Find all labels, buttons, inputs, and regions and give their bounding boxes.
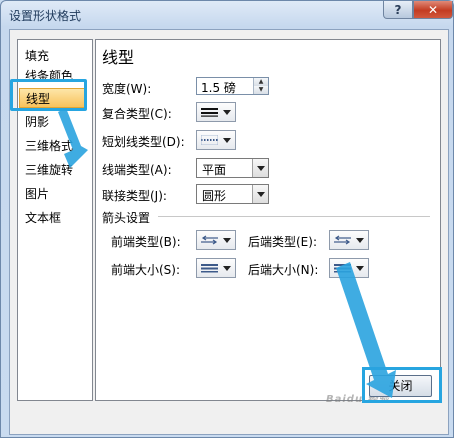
nav-item-3d-rotation[interactable]: 三维旋转 [25, 160, 87, 180]
nav-highlight-box [10, 79, 87, 111]
arrow-type-icon [201, 235, 218, 245]
cap-type-select[interactable]: 平面 [196, 158, 269, 178]
end-type-dropdown[interactable] [329, 230, 369, 250]
help-button[interactable]: ? [383, 1, 413, 19]
compound-type-label: 复合类型(C): [102, 107, 172, 121]
join-type-label: 联接类型(J): [102, 189, 167, 203]
cap-type-value: 平面 [202, 163, 227, 177]
chevron-down-icon [356, 266, 364, 271]
dash-line-icon [201, 135, 218, 145]
dash-type-label: 短划线类型(D): [102, 135, 185, 149]
begin-type-dropdown[interactable] [196, 230, 236, 250]
settings-panel: 线型 宽度(W): 1.5 磅 ▲ ▼ 复合类型(C): 短划线类型(D): 线… [95, 39, 441, 401]
chevron-down-icon[interactable] [252, 185, 268, 203]
nav-item-text-box[interactable]: 文本框 [25, 208, 87, 228]
arrow-size-icon [334, 264, 351, 273]
arrow-size-icon [201, 264, 218, 273]
width-value: 1.5 磅 [201, 81, 236, 95]
compound-type-dropdown[interactable] [196, 102, 236, 122]
arrow-type-icon [334, 235, 351, 245]
end-size-label: 后端大小(N): [248, 263, 319, 277]
close-highlight-box [362, 367, 442, 403]
begin-size-label: 前端大小(S): [111, 263, 181, 277]
chevron-down-icon [223, 238, 231, 243]
spin-down-icon[interactable]: ▼ [253, 86, 268, 94]
width-label: 宽度(W): [102, 82, 152, 96]
join-type-select[interactable]: 圆形 [196, 184, 269, 204]
nav-item-fill[interactable]: 填充 [25, 46, 87, 66]
chevron-down-icon [223, 138, 231, 143]
end-size-dropdown[interactable] [329, 258, 369, 278]
dialog-title: 设置形状格式 [9, 9, 82, 23]
begin-type-label: 前端类型(B): [111, 235, 181, 249]
end-type-label: 后端类型(E): [248, 235, 317, 249]
cap-type-label: 线端类型(A): [102, 163, 172, 177]
begin-size-dropdown[interactable] [196, 258, 236, 278]
chevron-down-icon [356, 238, 364, 243]
window-close-button[interactable]: ✕ [413, 1, 453, 19]
nav-item-3d-format[interactable]: 三维格式 [25, 136, 87, 156]
chevron-down-icon [223, 266, 231, 271]
width-stepper[interactable]: 1.5 磅 ▲ ▼ [196, 77, 269, 95]
nav-item-shadow[interactable]: 阴影 [25, 112, 87, 132]
join-type-value: 圆形 [202, 189, 227, 203]
section-title: 线型 [102, 48, 135, 67]
arrow-settings-label: 箭头设置 [102, 211, 151, 225]
compound-lines-icon [201, 108, 218, 117]
chevron-down-icon[interactable] [252, 159, 268, 177]
chevron-down-icon [223, 110, 231, 115]
section-divider [158, 216, 430, 217]
nav-item-picture[interactable]: 图片 [25, 184, 87, 204]
dash-type-dropdown[interactable] [196, 130, 236, 150]
